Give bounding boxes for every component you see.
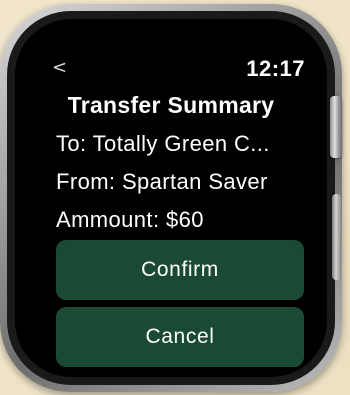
- watch-bezel: < 12:17 Transfer Summary To: Totally Gre…: [7, 11, 335, 385]
- page-title: Transfer Summary: [67, 92, 275, 118]
- status-bar: < 12:17: [15, 19, 327, 81]
- transfer-amount-text: Ammount: $60: [56, 207, 204, 232]
- confirm-button-label: Confirm: [141, 258, 219, 281]
- watch-screen: < 12:17 Transfer Summary To: Totally Gre…: [15, 19, 327, 377]
- transfer-to-text: To: Totally Green C...: [56, 131, 270, 156]
- watch-frame: < 12:17 Transfer Summary To: Totally Gre…: [0, 4, 342, 392]
- confirm-button[interactable]: Confirm: [56, 240, 304, 300]
- digital-crown[interactable]: [330, 96, 342, 158]
- cancel-button-label: Cancel: [145, 325, 215, 348]
- chevron-left-icon[interactable]: <: [52, 59, 67, 77]
- clock-time: 12:17: [246, 56, 305, 81]
- cancel-button[interactable]: Cancel: [56, 307, 304, 367]
- side-button[interactable]: [332, 194, 341, 280]
- transfer-from-text: From: Spartan Saver: [56, 169, 268, 194]
